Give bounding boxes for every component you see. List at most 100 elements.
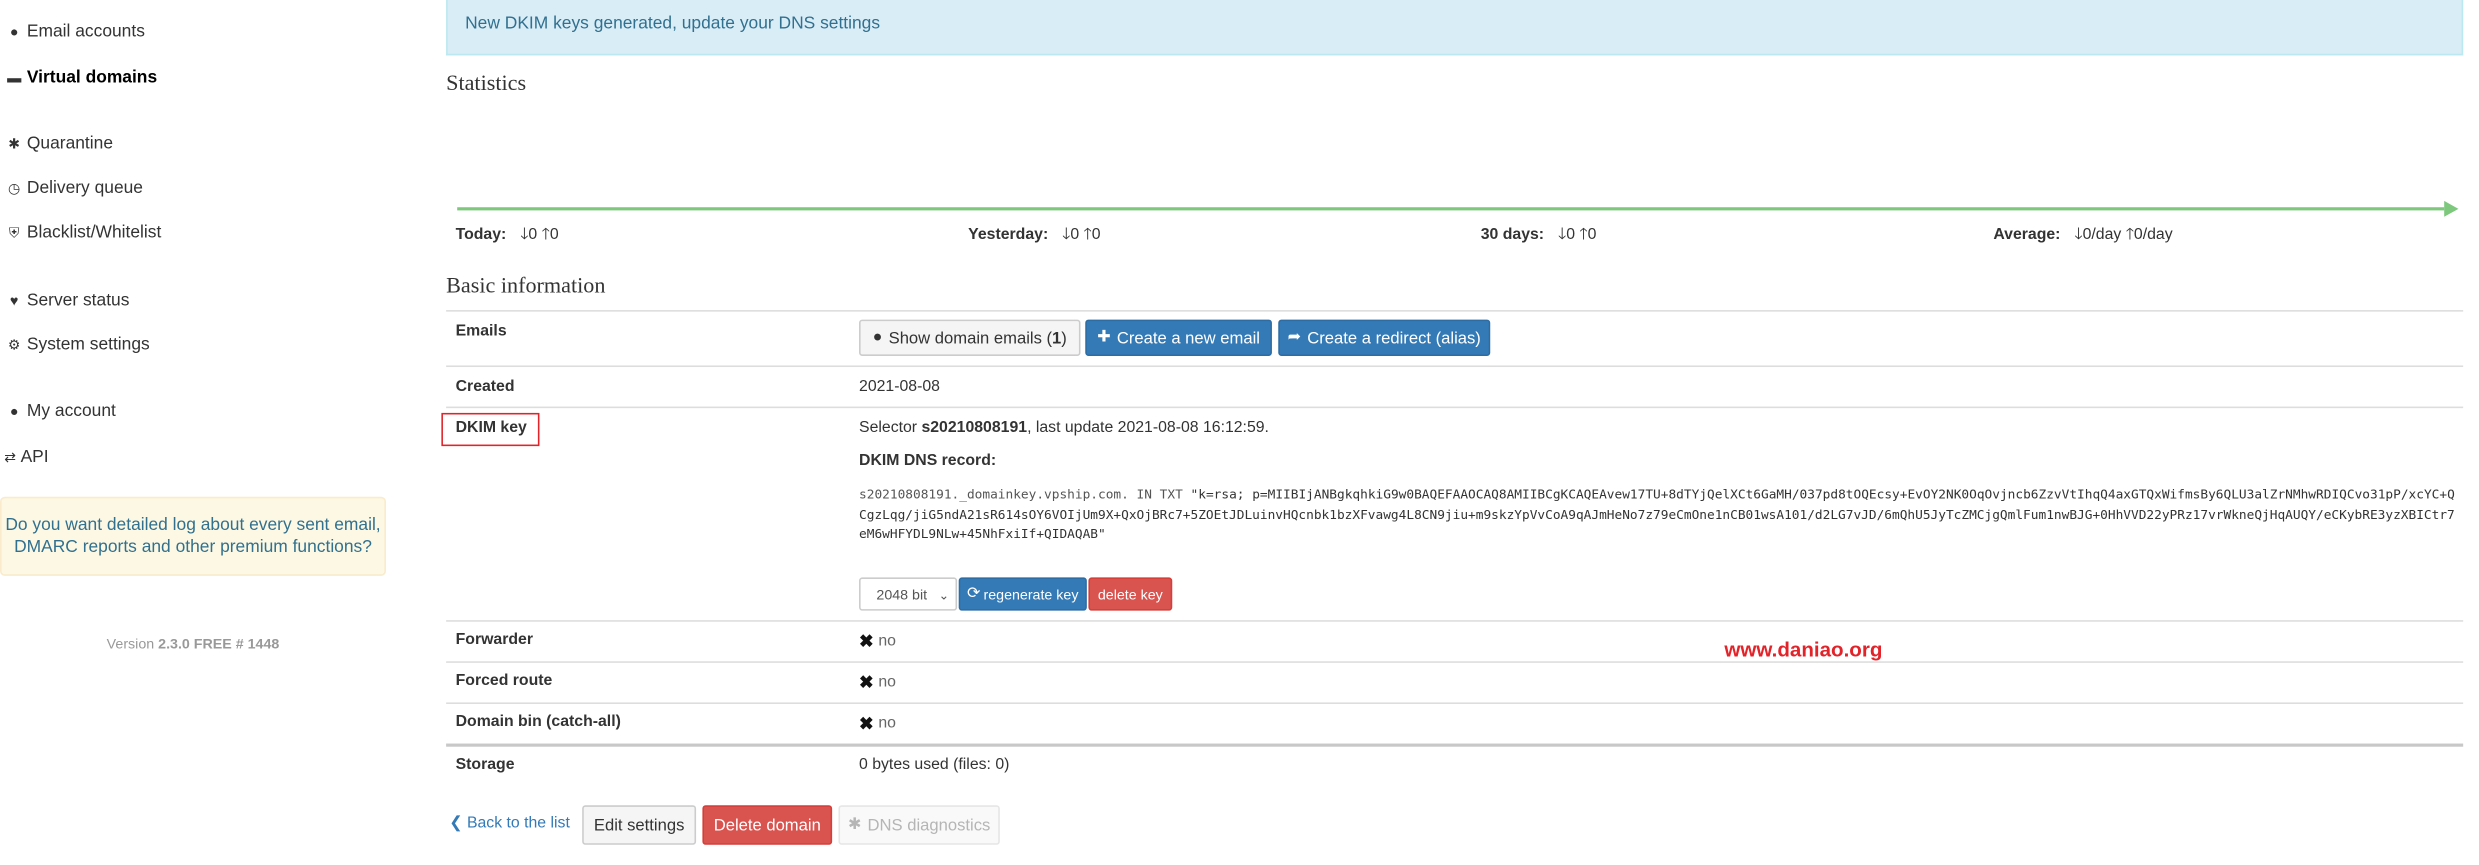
stat-label: Average: xyxy=(1993,226,2061,244)
arrow-down-icon: 🡓 xyxy=(520,226,529,244)
stats-chart-arrow xyxy=(2444,200,2459,217)
database-icon: ▬ xyxy=(7,69,22,86)
user-icon: ● xyxy=(872,329,883,347)
selector-prefix: Selector xyxy=(859,419,918,437)
sidebar-item-label: Blacklist/Whitelist xyxy=(26,223,162,243)
stat-today: Today: 🡓0 🡑0 xyxy=(456,223,559,250)
chevron-down-icon: ⌄ xyxy=(938,588,950,603)
sidebar-item-system-settings[interactable]: ⚙ System settings xyxy=(6,335,150,355)
key-size-select[interactable]: 2048 bit ⌄ xyxy=(859,577,958,611)
arrow-down-icon: 🡓 xyxy=(1557,226,1567,244)
button-label-close: ) xyxy=(1061,328,1067,348)
sidebar-item-server-status[interactable]: ♥ Server status xyxy=(6,291,129,310)
stat-label: 30 days: xyxy=(1480,226,1545,244)
stat-out: 0 xyxy=(1587,226,1597,244)
arrow-up-icon: 🡑 xyxy=(2125,226,2134,244)
stat-30-days: 30 days: 🡓0 🡑0 xyxy=(1481,223,1597,250)
arrow-up-icon: 🡑 xyxy=(1579,226,1588,244)
dns-diagnostics-button[interactable]: ✱ DNS diagnostics xyxy=(838,805,1000,845)
shield-icon: ⛨ xyxy=(8,223,20,240)
chevron-left-icon: ❮ xyxy=(449,814,463,833)
create-redirect-button[interactable]: ➦ Create a redirect (alias) xyxy=(1278,319,1491,356)
domain-bin-label: Domain bin (catch-all) xyxy=(455,713,621,731)
storage-label: Storage xyxy=(455,756,515,774)
sidebar-item-label: Server status xyxy=(26,291,130,311)
button-label: DNS diagnostics xyxy=(867,815,991,835)
sidebar-item-label: Email accounts xyxy=(26,22,145,42)
button-label: Create a redirect (alias) xyxy=(1307,328,1481,348)
regenerate-key-button[interactable]: ⟳ regenerate key xyxy=(958,577,1087,611)
button-label: Create a new email xyxy=(1116,328,1260,348)
refresh-icon: ⟳ xyxy=(967,585,981,603)
back-to-list-link[interactable]: ❮ Back to the list xyxy=(449,815,570,832)
sidebar-item-email-accounts[interactable]: ● Email accounts xyxy=(6,22,145,41)
alert-text: New DKIM keys generated, update your DNS… xyxy=(465,14,881,34)
button-label: Show domain emails ( xyxy=(888,328,1053,348)
user-icon: ● xyxy=(9,403,19,420)
selector-suffix: , last update 2021-08-08 16:12:59. xyxy=(1027,419,1269,437)
dkim-dns-record[interactable]: s20210808191._domainkey.vpship.com. IN T… xyxy=(859,484,2457,543)
watermark: www.daniao.org xyxy=(1724,637,1883,662)
created-value: 2021-08-08 xyxy=(859,378,940,396)
stat-out: 0 xyxy=(549,226,559,244)
edit-settings-button[interactable]: Edit settings xyxy=(582,805,697,845)
arrow-up-icon: 🡑 xyxy=(541,226,550,244)
create-email-button[interactable]: ✚ Create a new email xyxy=(1085,319,1272,356)
sidebar-item-delivery-queue[interactable]: ◷ Delivery queue xyxy=(6,179,143,198)
share-icon: ➦ xyxy=(1287,329,1301,347)
sidebar-item-label: Virtual domains xyxy=(26,68,158,88)
button-label: delete key xyxy=(1097,586,1163,602)
premium-promo[interactable]: Do you want detailed log about every sen… xyxy=(0,496,387,576)
button-label: Edit settings xyxy=(593,815,685,835)
delete-key-button[interactable]: delete key xyxy=(1088,577,1173,611)
forced-route-value: ✖ no xyxy=(859,672,896,693)
stat-in: 0/day xyxy=(2082,226,2122,244)
user-plus-icon: ✚ xyxy=(1097,329,1111,347)
sidebar-item-my-account[interactable]: ● My account xyxy=(6,402,116,421)
stat-in: 0 xyxy=(1070,226,1080,244)
created-label: Created xyxy=(455,378,515,396)
statistics-title: Statistics xyxy=(446,72,527,97)
times-icon: ✖ xyxy=(859,673,874,693)
bug-icon: ✱ xyxy=(847,816,862,834)
version-prefix: Version xyxy=(106,635,155,652)
button-label: Delete domain xyxy=(713,815,821,835)
alert-banner: New DKIM keys generated, update your DNS… xyxy=(446,0,2464,56)
stat-in: 0 xyxy=(528,226,538,244)
users-icon: ● xyxy=(9,23,19,40)
forwarder-label: Forwarder xyxy=(455,631,533,649)
version-info: Version 2.3.0 FREE # 1448 xyxy=(0,636,386,652)
key-size-value: 2048 bit xyxy=(876,586,928,602)
show-domain-emails-button[interactable]: ● Show domain emails (1) xyxy=(859,319,1081,356)
selector-value: s20210808191 xyxy=(921,419,1028,437)
forwarder-text: no xyxy=(878,632,896,651)
stat-out: 0/day xyxy=(2133,226,2173,244)
stat-label: Yesterday: xyxy=(968,226,1049,244)
dkim-dns-record-label: DKIM DNS record: xyxy=(859,452,997,470)
table-divider xyxy=(446,310,2464,312)
table-divider xyxy=(446,406,2464,409)
stat-average: Average: 🡓0/day 🡑0/day xyxy=(1993,223,2172,250)
bug-icon: ✱ xyxy=(8,135,21,152)
forced-route-text: no xyxy=(878,673,896,692)
clock-icon: ◷ xyxy=(8,179,21,196)
sidebar-item-quarantine[interactable]: ✱ Quarantine xyxy=(6,134,113,153)
storage-value: 0 bytes used (files: 0) xyxy=(859,756,1010,774)
promo-text: Do you want detailed log about every sen… xyxy=(5,515,381,557)
sidebar-item-label: Delivery queue xyxy=(26,178,143,198)
forced-route-label: Forced route xyxy=(455,672,553,690)
sidebar-item-virtual-domains[interactable]: ▬ Virtual domains xyxy=(6,68,157,87)
domain-bin-text: no xyxy=(878,715,896,733)
domain-bin-value: ✖ no xyxy=(859,713,896,734)
basic-info-title: Basic information xyxy=(446,275,606,299)
arrow-down-icon: 🡓 xyxy=(1062,226,1071,244)
sidebar-item-label: System settings xyxy=(26,335,150,355)
sidebar-item-blacklist[interactable]: ⛨ Blacklist/Whitelist xyxy=(6,223,161,242)
table-divider xyxy=(446,702,2464,704)
sidebar-item-api[interactable]: ⇄ API xyxy=(2,448,48,467)
delete-domain-button[interactable]: Delete domain xyxy=(702,805,833,845)
stat-in: 0 xyxy=(1566,226,1576,244)
stat-yesterday: Yesterday: 🡓0 🡑0 xyxy=(968,223,1100,250)
stats-chart-line xyxy=(457,207,2445,211)
dkim-selector: Selector s20210808191, last update 2021-… xyxy=(859,419,1269,436)
